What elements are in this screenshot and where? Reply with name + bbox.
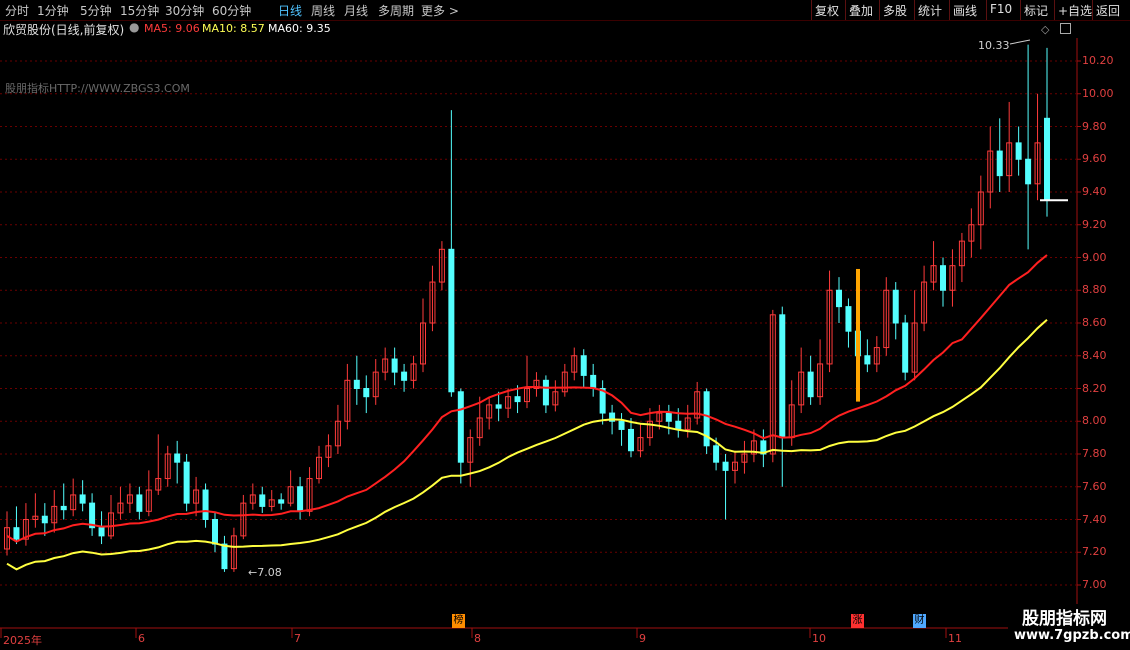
candlestick-chart[interactable] [0,0,1130,650]
candle-body [41,515,48,524]
candle-body [713,445,720,463]
high-arrow [1009,39,1031,45]
candle-body [183,461,190,504]
watermark-line2: www.7gpzb.com [1014,628,1130,643]
candle-body [1015,142,1022,160]
candle-body [665,412,672,422]
price-tick-label: 8.00 [1082,414,1107,428]
low-annotation: ←7.08 [248,566,282,579]
candle-body [845,306,852,332]
candle-body [902,322,909,373]
watermark-logo: 股朋指标网 www.7gpzb.com [1008,604,1130,650]
candle-body [278,499,285,504]
candle-body [722,461,729,471]
date-tick-label: 6 [138,632,145,645]
candle-body [221,543,228,570]
candle-body [353,379,360,389]
price-tick-label: 9.20 [1082,217,1107,231]
candle-body [448,248,455,393]
candle-body [590,374,597,389]
price-tick-label: 9.00 [1082,250,1107,264]
event-badge[interactable]: 涨 [851,614,864,628]
candle-body [618,420,625,430]
date-tick-label: 10 [812,632,826,645]
candle-body [457,391,464,463]
event-badge[interactable]: 榜 [452,614,465,628]
candle-body [996,150,1003,177]
candle-body [60,505,67,511]
price-tick-label: 7.60 [1082,479,1107,493]
candle-body [580,355,587,376]
candle-body [807,371,814,398]
candle-body [892,289,899,324]
price-tick-label: 8.60 [1082,316,1107,329]
candle-body [495,404,502,409]
date-tick-label: 9 [639,632,646,645]
date-tick-label: 8 [474,632,481,645]
price-tick-label: 8.40 [1082,348,1107,362]
price-tick-label: 8.80 [1082,283,1107,297]
candle-body [202,489,209,520]
price-tick-label: 10.00 [1082,86,1114,100]
date-tick-label: 2025年 [3,634,42,647]
price-tick-label: 7.00 [1082,578,1107,591]
watermark-line1: 股朋指标网 [1022,609,1107,629]
candle-body [542,379,549,406]
candle-body [13,527,20,540]
limit-up-marker [856,268,860,402]
candle-body [136,494,143,512]
candle-body [212,519,218,545]
candle-body [297,486,304,512]
candle-body [628,428,634,452]
candle-body [675,420,682,430]
price-tick-label: 9.40 [1082,185,1107,198]
candle-body [174,453,181,463]
date-tick-label: 11 [948,632,962,645]
candle-body [98,527,105,537]
high-annotation: 10.33 [978,39,1010,52]
candle-body [79,494,86,504]
candle-body [514,396,521,403]
candle-body [1044,117,1050,201]
candle-body [391,358,398,373]
price-tick-label: 7.80 [1082,447,1107,460]
candle-body [401,371,408,381]
candle-body [259,494,266,507]
date-tick-label: 7 [294,632,301,645]
price-tick-label: 9.60 [1082,152,1107,166]
price-tick-label: 7.20 [1082,545,1107,559]
candle-body [779,314,786,439]
price-tick-label: 8.20 [1082,381,1107,395]
candle-body [864,355,871,365]
candle-body [1025,158,1032,185]
candle-body [940,265,946,291]
event-badge[interactable]: 财 [913,614,926,628]
candle-body [363,388,370,398]
candle-body [836,289,842,308]
price-tick-label: 9.80 [1082,119,1107,133]
price-tick-label: 7.40 [1082,512,1107,526]
watermark-site-text: 股朋指标HTTP://WWW.ZBGS3.COM [5,82,190,95]
price-tick-label: 10.20 [1082,54,1114,67]
